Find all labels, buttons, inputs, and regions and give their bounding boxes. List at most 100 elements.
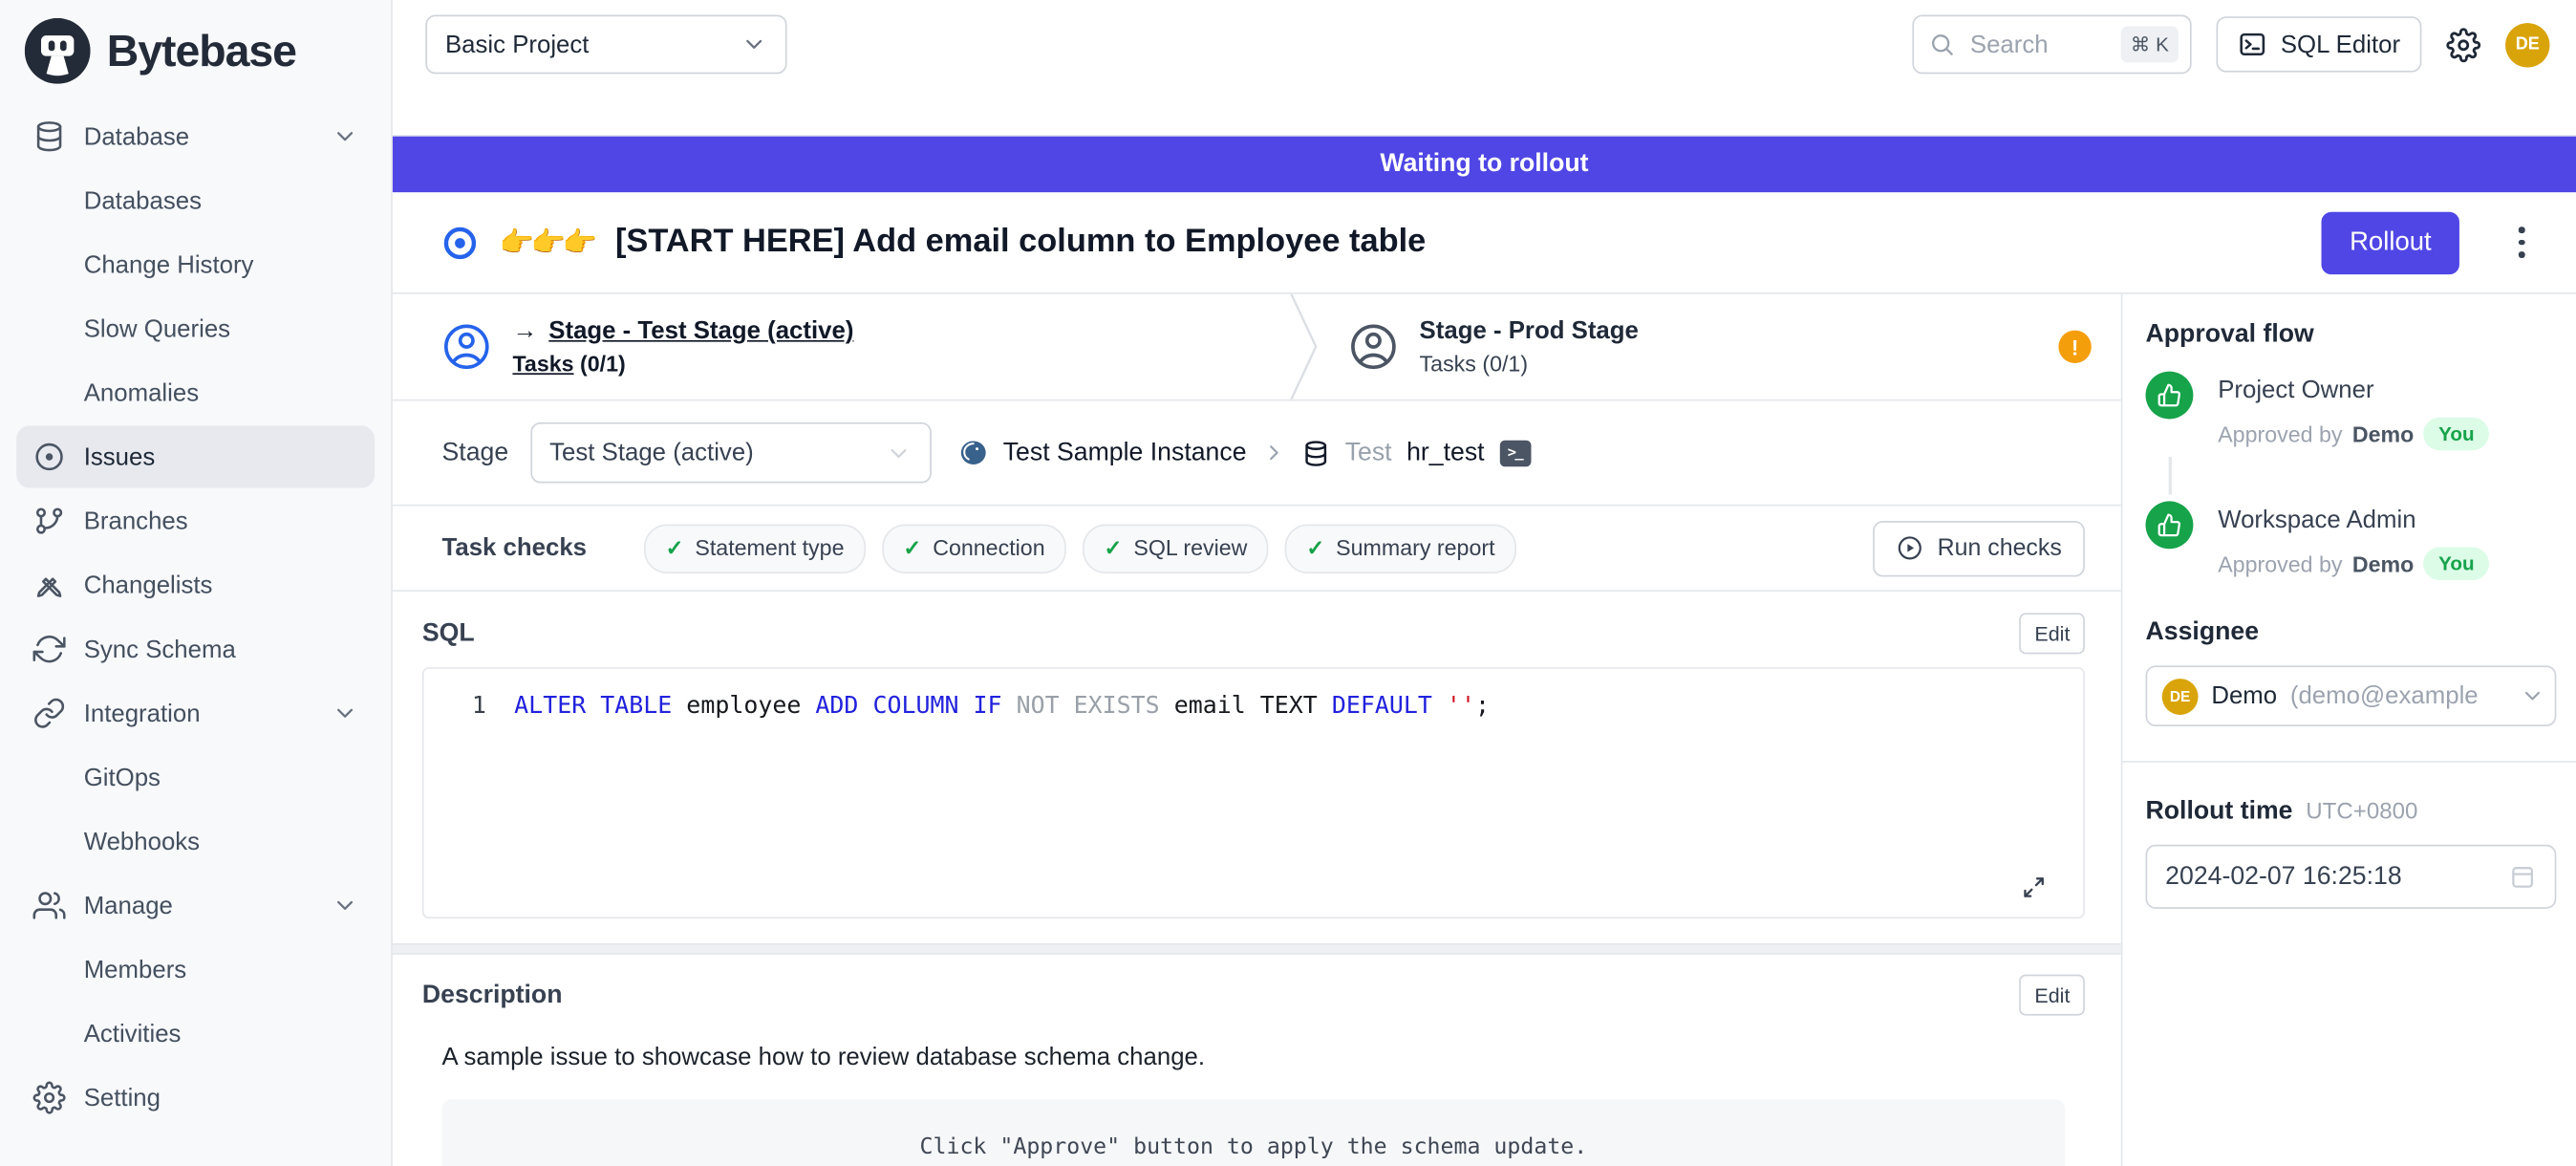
rollout-time-header: Rollout time UTC+0800	[2146, 797, 2557, 827]
assignee-heading: Assignee	[2146, 617, 2557, 647]
rollout-button[interactable]: Rollout	[2322, 211, 2459, 273]
sidebar-item-changelists[interactable]: Changelists	[16, 553, 375, 615]
sidebar-item-issues[interactable]: Issues	[16, 425, 375, 487]
sidebar-item-branches[interactable]: Branches	[16, 489, 375, 551]
approved-by-label: Approved by	[2218, 421, 2342, 446]
sidebar-item-manage[interactable]: Manage	[16, 874, 375, 937]
main-area: Basic Project ⌘ K SQL Editor	[393, 0, 2576, 1166]
scale-wrapper: Bytebase Database Databases Change Histo…	[0, 0, 2576, 1166]
you-badge: You	[2424, 548, 2489, 580]
issue-title-row: 👉👉👉 [START HERE] Add email column to Emp…	[393, 192, 2576, 292]
sidebar-item-database[interactable]: Database	[16, 105, 375, 167]
pointer-emojis: 👉👉👉	[500, 226, 594, 258]
check-pill-label: Summary report	[1336, 536, 1494, 561]
bytebase-logo[interactable]: Bytebase	[0, 0, 391, 102]
gear-icon	[32, 1081, 65, 1113]
bytebase-logo-icon	[25, 18, 91, 84]
sidebar-item-change-history[interactable]: Change History	[16, 233, 375, 295]
approval-status: Approved by Demo You	[2218, 548, 2489, 580]
sidebar-item-label: Members	[84, 956, 186, 983]
sidebar-item-label: Sync Schema	[84, 636, 236, 663]
sidebar-item-databases[interactable]: Databases	[16, 169, 375, 231]
description-edit-button[interactable]: Edit	[2020, 975, 2085, 1016]
sidebar-item-sync-schema[interactable]: Sync Schema	[16, 617, 375, 680]
issue-icon	[32, 441, 65, 473]
sql-editor-label: SQL Editor	[2281, 31, 2400, 58]
terminal-icon	[2238, 30, 2267, 59]
issue-main-column: → Stage - Test Stage (active) Tasks (0/1…	[393, 294, 2121, 1166]
sidebar-item-anomalies[interactable]: Anomalies	[16, 361, 375, 423]
sql-heading: SQL	[422, 618, 475, 648]
sidebar-item-label: Anomalies	[84, 378, 199, 406]
sidebar-item-label: Databases	[84, 186, 202, 214]
stage-tasks-count: (0/1)	[574, 352, 626, 377]
instance-name[interactable]: Test Sample Instance	[1003, 438, 1247, 467]
check-pill-label: Connection	[933, 536, 1044, 561]
check-pill-statement-type[interactable]: ✓ Statement type	[644, 524, 866, 573]
check-pill-summary-report[interactable]: ✓ Summary report	[1285, 524, 1516, 573]
stage-select[interactable]: Test Stage (active)	[530, 422, 932, 484]
stage-name[interactable]: Stage - Test Stage (active)	[548, 317, 853, 345]
thumbs-up-icon	[2146, 372, 2194, 420]
check-icon: ✓	[1105, 535, 1123, 562]
expand-icon[interactable]	[2021, 874, 2048, 901]
approved-by-label: Approved by	[2218, 551, 2342, 576]
check-pill-connection[interactable]: ✓ Connection	[882, 524, 1066, 573]
sidebar-item-setting[interactable]: Setting	[16, 1067, 375, 1129]
description-section-header: Description Edit	[422, 975, 2085, 1016]
description-heading: Description	[422, 981, 563, 1010]
description-note: Click "Approve" button to apply the sche…	[442, 1099, 2066, 1166]
environment-name: Test	[1345, 438, 1392, 467]
sidebar-item-label: GitOps	[84, 764, 161, 791]
gear-icon[interactable]	[2446, 27, 2480, 61]
sidebar-item-members[interactable]: Members	[16, 939, 375, 1001]
stage-name: Stage - Prod Stage	[1420, 317, 1639, 345]
project-selector[interactable]: Basic Project	[425, 14, 786, 74]
run-checks-button[interactable]: Run checks	[1874, 520, 2085, 575]
sidebar-item-label: Database	[84, 122, 189, 150]
check-pill-label: Statement type	[695, 536, 844, 561]
stage-tab-prod[interactable]: Stage - Prod Stage Tasks (0/1) !	[1322, 294, 2121, 399]
sidebar-item-label: Slow Queries	[84, 314, 230, 342]
chevron-down-icon	[332, 123, 358, 150]
branch-icon	[32, 505, 65, 537]
sql-section: SQL Edit 1ALTER TABLE employee ADD COLUM…	[393, 592, 2121, 943]
database-icon	[1300, 438, 1330, 467]
stage-text: → Stage - Test Stage (active) Tasks (0/1…	[512, 317, 853, 377]
sidebar-item-label: Setting	[84, 1084, 161, 1112]
user-avatar[interactable]: DE	[2505, 22, 2549, 66]
section-divider	[393, 943, 2121, 955]
sidebar-item-integration[interactable]: Integration	[16, 682, 375, 745]
sql-editor-button[interactable]: SQL Editor	[2217, 16, 2422, 72]
sql-code-editor[interactable]: 1ALTER TABLE employee ADD COLUMN IF NOT …	[422, 667, 2085, 918]
stage-picker-row: Stage Test Stage (active) Test Sample In…	[393, 401, 2121, 507]
sql-edit-button[interactable]: Edit	[2020, 613, 2085, 654]
sidebar-item-activities[interactable]: Activities	[16, 1003, 375, 1065]
search-box[interactable]: ⌘ K	[1913, 14, 2192, 74]
top-bar: Basic Project ⌘ K SQL Editor	[393, 0, 2576, 137]
stage-tab-test[interactable]: → Stage - Test Stage (active) Tasks (0/1…	[393, 294, 1290, 399]
sidebar-item-slow-queries[interactable]: Slow Queries	[16, 297, 375, 359]
check-pill-sql-review[interactable]: ✓ SQL review	[1083, 524, 1269, 573]
sync-icon	[32, 633, 65, 665]
description-text: A sample issue to showcase how to review…	[442, 1044, 2085, 1071]
rollout-time-input[interactable]: 2024-02-07 16:25:18	[2146, 845, 2557, 909]
stage-tasks-link[interactable]: Tasks	[512, 352, 573, 377]
sidebar-item-label: Change History	[84, 250, 254, 278]
kebab-menu-icon[interactable]	[2503, 227, 2540, 258]
description-section: Description Edit A sample issue to showc…	[393, 955, 2121, 1166]
assignee-select[interactable]: DE Demo (demo@example	[2146, 665, 2557, 726]
status-banner: Waiting to rollout	[393, 137, 2576, 192]
rollout-time-value: 2024-02-07 16:25:18	[2165, 862, 2401, 892]
link-icon	[32, 697, 65, 729]
timezone-label: UTC+0800	[2306, 797, 2417, 824]
approval-role: Workspace Admin	[2218, 507, 2489, 534]
database-name[interactable]: hr_test	[1406, 438, 1484, 467]
arrow-icon: →	[512, 317, 537, 345]
search-input[interactable]	[1966, 29, 2109, 60]
sidebar-item-gitops[interactable]: GitOps	[16, 746, 375, 809]
chevron-down-icon	[332, 893, 358, 919]
sidebar-item-webhooks[interactable]: Webhooks	[16, 810, 375, 873]
chevron-down-icon	[332, 700, 358, 726]
open-in-sql-editor-icon[interactable]: >_	[1499, 440, 1531, 466]
